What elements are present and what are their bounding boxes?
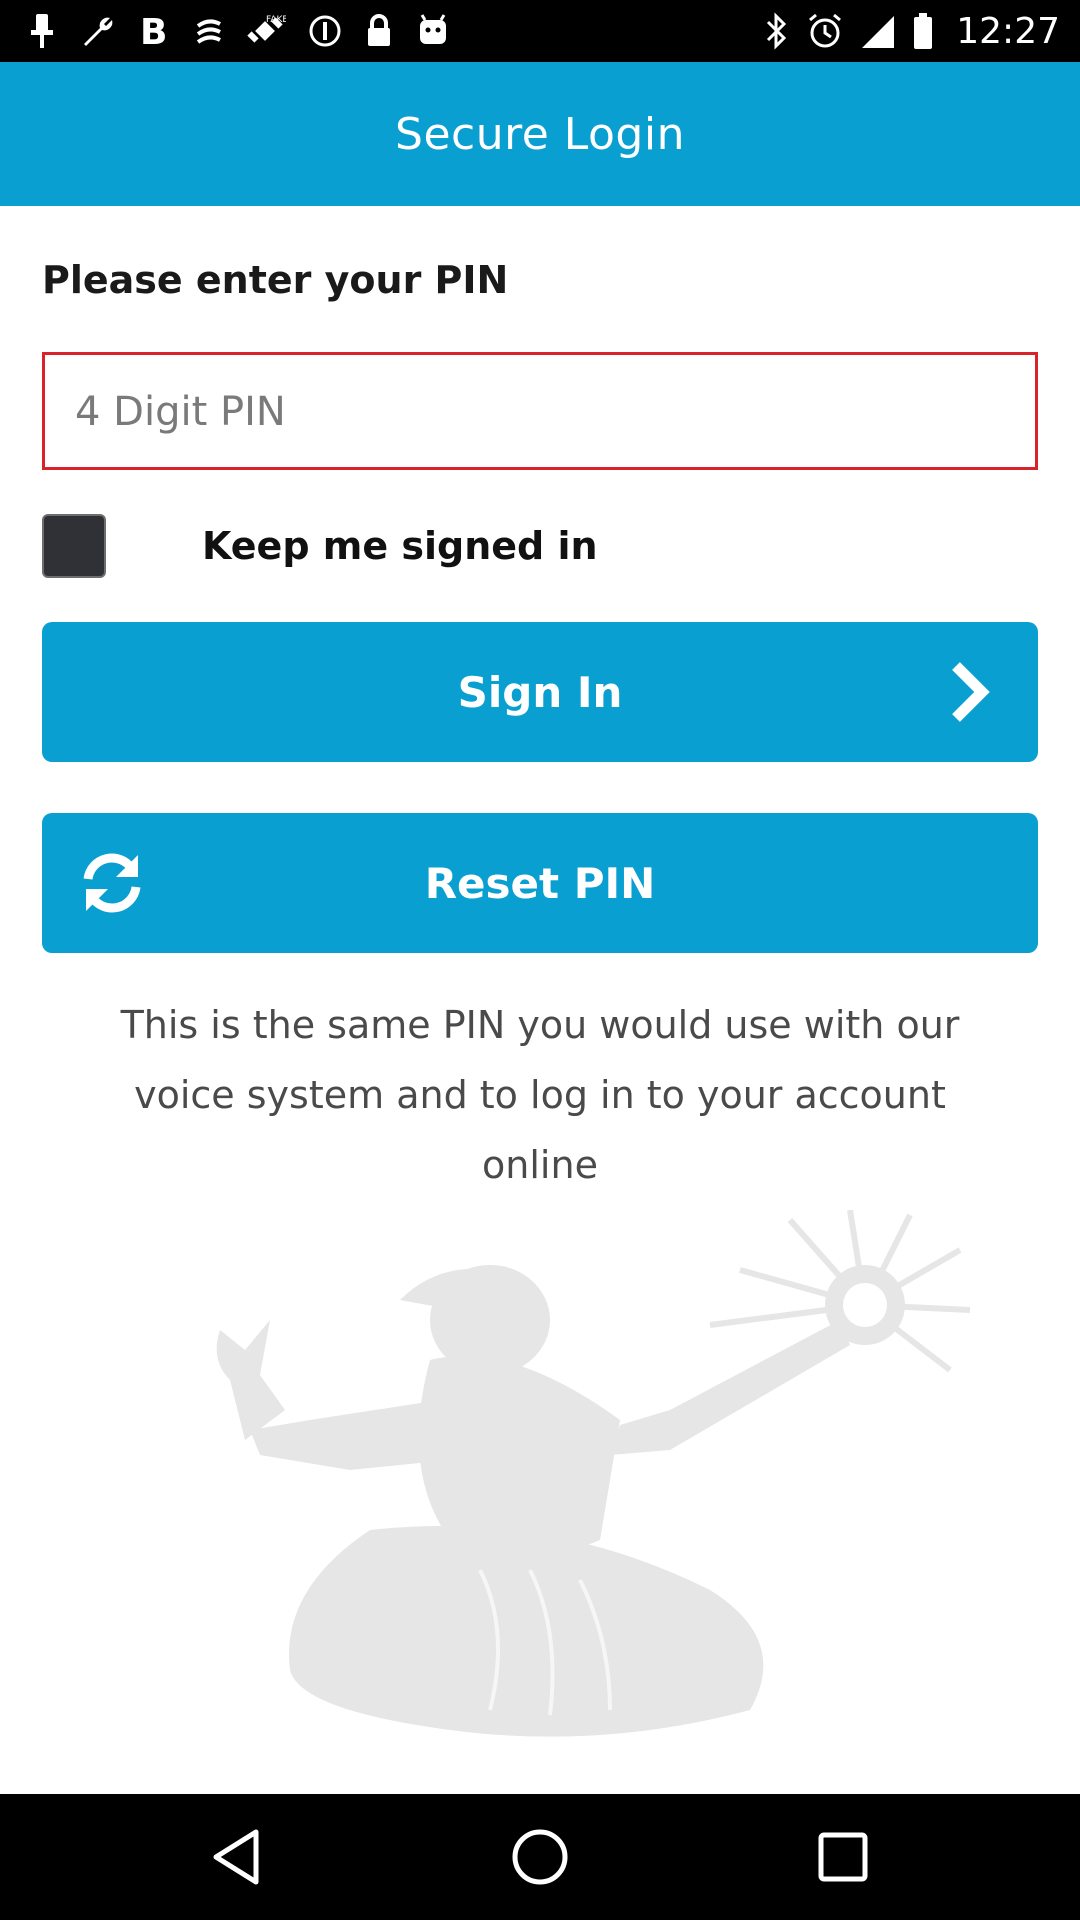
bold-b-icon: B [140, 12, 167, 50]
battery-icon [914, 13, 933, 49]
sign-in-button[interactable]: Sign In [42, 622, 1038, 762]
keep-signed-in-label[interactable]: Keep me signed in [202, 524, 598, 568]
status-bar: B FAKE 12:27 [0, 0, 1080, 62]
pin-input[interactable] [73, 355, 1007, 469]
fake-gps-icon: FAKE [247, 15, 286, 43]
info-circle-icon [309, 15, 341, 47]
back-icon[interactable] [202, 1822, 272, 1892]
recents-icon[interactable] [808, 1822, 878, 1892]
pin-prompt: Please enter your PIN [42, 258, 509, 302]
chevron-right-icon [952, 662, 990, 722]
notification-icons: B FAKE [28, 10, 450, 52]
svg-text:B: B [140, 12, 167, 50]
page-title: Secure Login [395, 108, 685, 160]
sprint-icon [196, 19, 221, 44]
bluetooth-icon [767, 12, 787, 50]
reset-pin-label: Reset PIN [424, 858, 656, 908]
navigation-bar [0, 1794, 1080, 1920]
wrench-icon [84, 17, 113, 46]
sign-in-label: Sign In [457, 667, 623, 717]
android-icon [420, 14, 446, 44]
status-time: 12:27 [956, 10, 1060, 52]
keep-signed-in-checkbox[interactable] [42, 514, 106, 578]
signal-icon [862, 16, 895, 48]
app-bar: Secure Login [0, 62, 1080, 206]
alarm-icon [809, 13, 842, 48]
pin-field-container [42, 352, 1038, 470]
reset-pin-button[interactable]: Reset PIN [42, 813, 1038, 953]
pin-icon [31, 14, 53, 48]
spirit-statue-watermark [216, 1210, 970, 1737]
pin-info-text: This is the same PIN you would use with … [120, 1003, 960, 1187]
home-icon[interactable] [505, 1822, 575, 1892]
system-icons: 12:27 [764, 10, 1060, 52]
lock-icon [368, 14, 390, 46]
svg-text:FAKE: FAKE [266, 15, 286, 25]
